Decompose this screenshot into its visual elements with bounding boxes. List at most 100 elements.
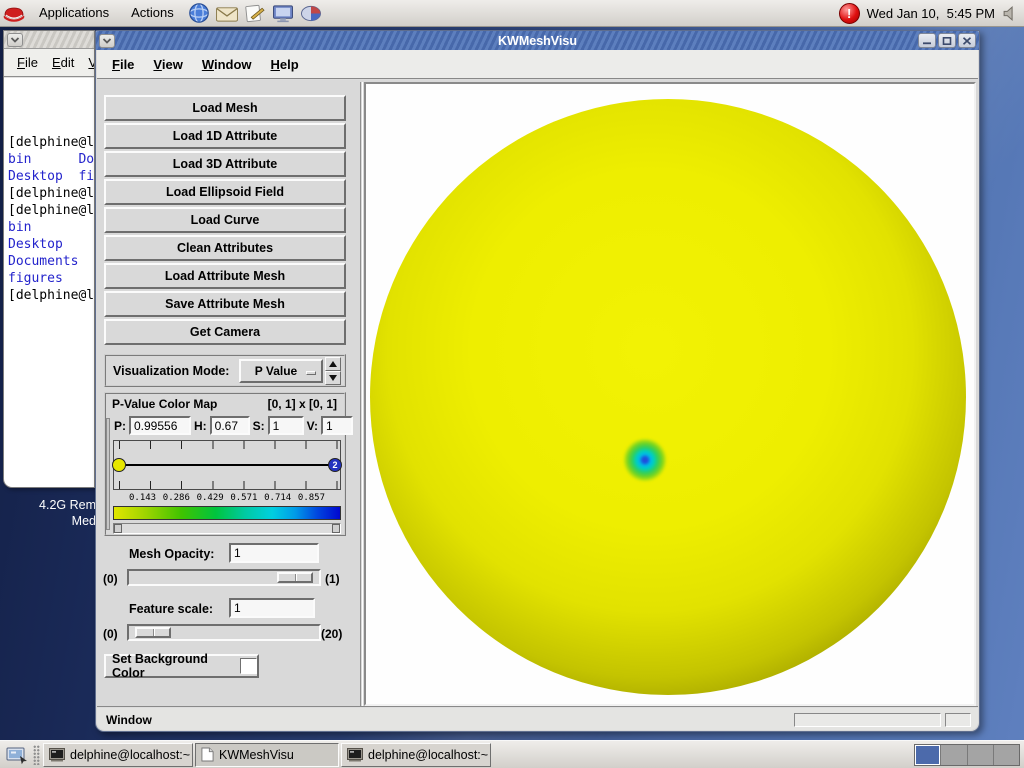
applications-menu[interactable]: Applications xyxy=(28,0,120,26)
feature-scale-slider[interactable] xyxy=(127,624,321,641)
desktop-media-label: 4.2G Rem Med xyxy=(0,497,96,529)
colormap-field-input[interactable] xyxy=(267,416,304,435)
show-desktop-button[interactable] xyxy=(3,743,30,766)
colormap-field: H: xyxy=(194,416,250,435)
desktop-media-label-line: 4.2G Rem xyxy=(39,498,96,512)
terminal-titlebar[interactable] xyxy=(4,31,94,49)
workspace-cell[interactable] xyxy=(941,744,968,765)
colormap-field-label: H: xyxy=(194,418,207,433)
menu-item[interactable]: View xyxy=(153,57,182,72)
mesh-opacity-input[interactable] xyxy=(229,543,319,563)
colormap-field-label: S: xyxy=(252,418,265,433)
action-button[interactable]: Load 3D Attribute xyxy=(104,151,346,177)
mesh-sphere xyxy=(370,99,966,695)
document-icon xyxy=(201,747,214,762)
action-button[interactable]: Load Curve xyxy=(104,207,346,233)
web-browser-icon[interactable] xyxy=(187,2,211,24)
action-button[interactable]: Load Ellipsoid Field xyxy=(104,179,346,205)
set-background-color-label: Set Background Color xyxy=(112,652,208,680)
taskbar-drag-handle[interactable] xyxy=(33,744,40,765)
maximize-button[interactable] xyxy=(938,33,956,48)
terminal-line: Desktop fi xyxy=(8,169,95,184)
colormap-field-input[interactable] xyxy=(321,416,354,435)
terminal-icon xyxy=(347,747,363,762)
scrollbar-right-cap[interactable] xyxy=(332,524,340,533)
terminal-window[interactable]: File Edit View [delphine@l bin Do Desktop fi… xyxy=(3,30,95,488)
visualization-mode-dropdown[interactable]: P Value xyxy=(239,358,323,383)
terminal-menu-item[interactable]: Edit xyxy=(52,55,74,70)
spinner-up-button[interactable] xyxy=(325,356,341,371)
workspace-cell[interactable] xyxy=(915,744,942,765)
menu-item[interactable]: Window xyxy=(202,57,252,72)
colormap-field-label: V: xyxy=(306,418,319,433)
terminal-menu-item[interactable]: View xyxy=(88,55,94,70)
tick-label: 0.286 xyxy=(162,493,190,503)
spinner-down-button[interactable] xyxy=(325,370,341,385)
workspace-cell[interactable] xyxy=(993,744,1019,765)
mesh-opacity-min: (0) xyxy=(103,572,118,586)
colormap-left-scrollbar[interactable] xyxy=(106,418,110,530)
chart-icon[interactable] xyxy=(299,2,323,24)
show-desktop-icon xyxy=(5,745,29,765)
slider-axis-line xyxy=(116,464,338,466)
alert-notification-icon[interactable]: ! xyxy=(838,2,860,24)
colormap-field: P: xyxy=(114,416,191,435)
colormap-slider-canvas[interactable]: 2 xyxy=(112,440,342,490)
window-rollup-button[interactable] xyxy=(99,33,115,48)
colormap-field-input[interactable] xyxy=(209,416,250,435)
task-button[interactable]: delphine@localhost:~ xyxy=(341,742,491,767)
volume-icon[interactable] xyxy=(1002,5,1019,22)
feature-scale-max: (20) xyxy=(321,627,343,641)
terminal-line: bin xyxy=(8,220,32,235)
close-icon xyxy=(962,36,972,45)
tick-label: 0.429 xyxy=(196,493,224,503)
action-button[interactable]: Load 1D Attribute xyxy=(104,123,346,149)
minimize-icon xyxy=(922,37,932,45)
window-titlebar[interactable]: KWMeshVisu xyxy=(96,31,979,50)
mesh-opacity-label: Mesh Opacity: xyxy=(129,547,215,561)
action-button[interactable]: Save Attribute Mesh xyxy=(104,291,346,317)
task-button[interactable]: delphine@localhost:~ xyxy=(43,742,193,767)
writer-icon[interactable] xyxy=(243,2,267,24)
pvalue-colormap-frame: P-Value Color Map [0, 1] x [0, 1] P: H: xyxy=(104,392,354,536)
visualization-mode-label: Visualization Mode: xyxy=(113,363,230,378)
feature-scale-input[interactable] xyxy=(229,598,315,618)
terminal-line: [delphine@l xyxy=(8,186,95,201)
colormap-field: V: xyxy=(306,416,354,435)
email-icon[interactable] xyxy=(215,2,239,24)
colormap-field-input[interactable] xyxy=(129,416,191,435)
redhat-menu-icon[interactable] xyxy=(2,2,26,24)
tick-label: 0.571 xyxy=(230,493,258,503)
workspace-cell[interactable] xyxy=(967,744,994,765)
mesh-opacity-handle[interactable] xyxy=(277,572,313,583)
set-background-color-button[interactable]: Set Background Color xyxy=(104,652,259,680)
mesh-opacity-slider[interactable] xyxy=(127,569,321,586)
terminal-rollup-button[interactable] xyxy=(7,32,23,47)
display-icon[interactable] xyxy=(271,2,295,24)
action-button[interactable]: Clean Attributes xyxy=(104,235,346,261)
scrollbar-left-cap[interactable] xyxy=(114,524,122,533)
slider-handle-yellow[interactable] xyxy=(112,458,126,472)
action-button[interactable]: Load Attribute Mesh xyxy=(104,263,346,289)
kwmeshvisu-window: KWMeshVisu File View Window Help Load Me… xyxy=(95,30,980,732)
menubar: File View Window Help xyxy=(97,50,978,80)
clock[interactable]: Wed Jan 10, 5:45 PM xyxy=(867,6,995,21)
colormap-scrollbar[interactable] xyxy=(113,523,341,534)
render-viewport[interactable] xyxy=(364,82,976,706)
actions-menu[interactable]: Actions xyxy=(120,0,185,26)
terminal-menu-item[interactable]: File xyxy=(17,55,38,70)
minimize-button[interactable] xyxy=(918,33,936,48)
feature-scale-handle[interactable] xyxy=(135,627,171,638)
menu-item[interactable]: File xyxy=(112,57,134,72)
action-button[interactable]: Load Mesh xyxy=(104,95,346,121)
close-button[interactable] xyxy=(958,33,976,48)
slider-handle-blue[interactable]: 2 xyxy=(328,458,342,472)
task-button[interactable]: KWMeshVisu xyxy=(195,742,339,767)
terminal-output[interactable]: [delphine@l bin Do Desktop fi [delphine@l [d… xyxy=(4,78,94,304)
menu-item[interactable]: Help xyxy=(271,57,299,72)
tick-label: 0.714 xyxy=(264,493,292,503)
visualization-mode-frame: Visualization Mode: P Value xyxy=(104,354,346,387)
terminal-line: [delphine@l xyxy=(8,203,95,218)
action-button[interactable]: Get Camera xyxy=(104,319,346,345)
colormap-field-label: P: xyxy=(114,418,126,433)
